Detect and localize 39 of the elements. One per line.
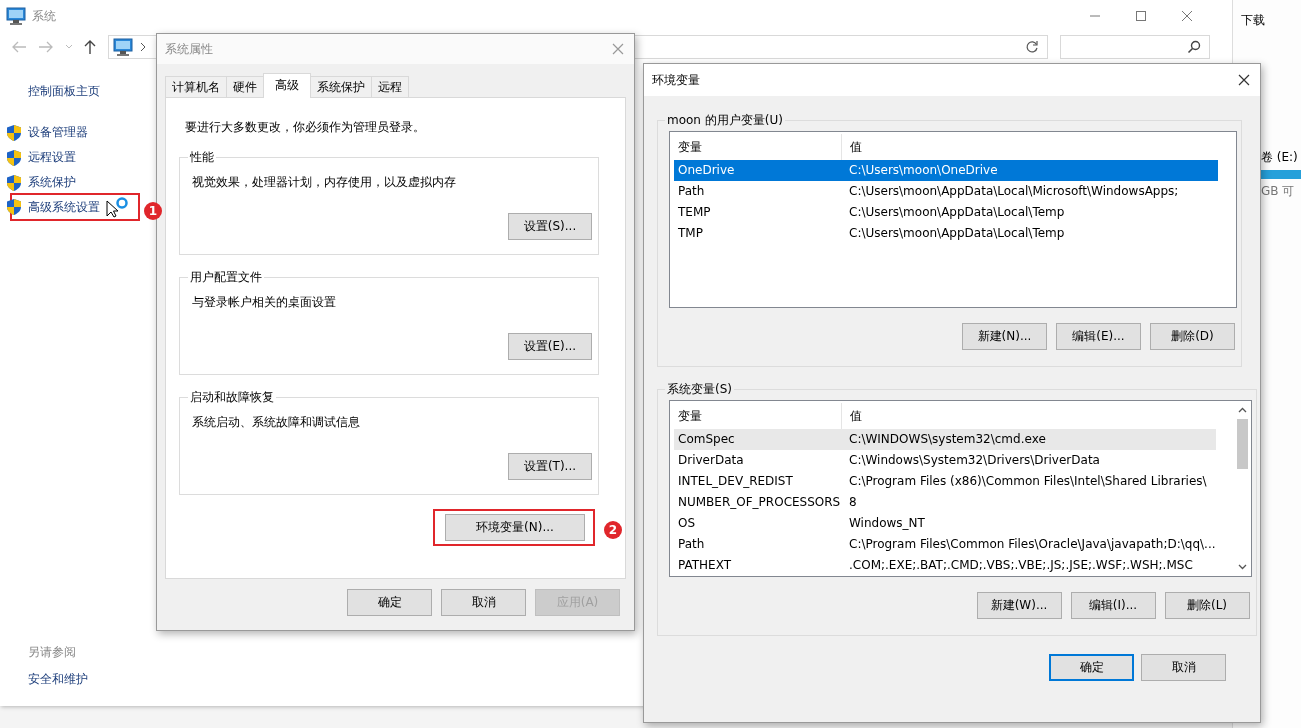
table-cell-text: ComSpec (677, 431, 736, 448)
group-label: 启动和故障恢复 (189, 389, 275, 406)
table-cell-text: OS (677, 515, 697, 532)
table-cell-text: C:\Program Files (x86)\Common Files\Intel\Shared Libraries\ (848, 473, 1208, 490)
window-title: 系统 (32, 7, 56, 25)
description-text: 系统启动、系统故障和调试信息 (192, 414, 361, 431)
description-text: 视觉效果，处理器计划，内存使用，以及虚拟内存 (192, 174, 457, 191)
group-label: 系统变量(S) (666, 381, 733, 398)
drive-info: GB 可 (1261, 183, 1296, 200)
table-cell-text: C:\Users\moon\AppData\Local\Microsoft\WindowsApps; (848, 183, 1180, 200)
description-text: 与登录帐户相关的桌面设置 (192, 294, 337, 311)
dialog-title: 环境变量 (652, 71, 700, 89)
group-label: 用户配置文件 (189, 269, 263, 286)
table-cell-text: TEMP (677, 204, 712, 221)
window-title: 下载 (1241, 12, 1266, 29)
section-heading: 另请参阅 (28, 644, 77, 661)
table-cell-text: Path (677, 536, 706, 553)
table-cell-text: C:\Users\moon\AppData\Local\Temp (848, 204, 1066, 221)
table-cell-text: Windows_NT (848, 515, 926, 532)
group-label: moon 的用户变量(U) (666, 112, 784, 129)
dialog-title: 系统属性 (165, 40, 213, 58)
group-label: 性能 (189, 149, 215, 166)
table-cell-text: INTEL_DEV_REDIST (677, 473, 794, 490)
table-cell-text: C:\Users\moon\OneDrive (848, 162, 999, 179)
table-cell-text: C:\Windows\System32\Drivers\DriverData (848, 452, 1101, 469)
drive-label: 卷 (E:) (1261, 149, 1299, 166)
table-cell-text: Path (677, 183, 706, 200)
table-cell-text: TMP (677, 225, 704, 242)
table-cell-text: .COM;.EXE;.BAT;.CMD;.VBS;.VBE;.JS;.JSE;.WSF;.WSH;.MSC (848, 557, 1194, 574)
table-cell-text: NUMBER_OF_PROCESSORS (677, 494, 841, 511)
table-cell-text: OneDrive (677, 162, 736, 179)
table-cell-text: 8 (848, 494, 858, 511)
table-cell-text: C:\WINDOWS\system32\cmd.exe (848, 431, 1047, 448)
notice-text: 要进行大多数更改，你必须作为管理员登录。 (185, 119, 426, 136)
table-cell-text: PATHEXT (677, 557, 733, 574)
table-cell-text: C:\Users\moon\AppData\Local\Temp (848, 225, 1066, 242)
step-badge: 2 (604, 521, 622, 539)
table-cell-text: C:\Program Files\Common Files\Oracle\Java\javapath;D:\qq\... (848, 536, 1216, 553)
table-cell-text: DriverData (677, 452, 745, 469)
